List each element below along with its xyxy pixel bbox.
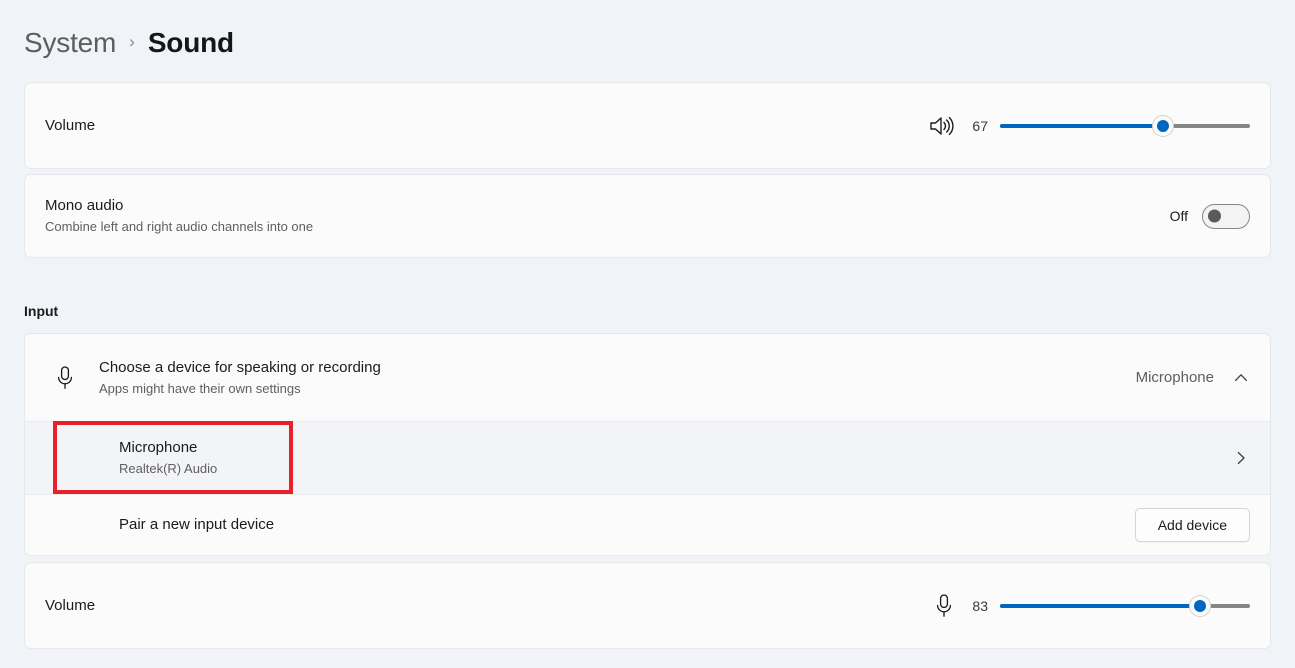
input-volume-label: Volume — [45, 596, 96, 614]
input-device-microphone-text: Microphone Realtek(R) Audio — [45, 438, 217, 478]
input-volume-slider-group: 83 — [934, 593, 1250, 619]
pair-new-input-device-row: Pair a new input device Add device — [25, 495, 1270, 555]
mono-audio-row: Mono audio Combine left and right audio … — [25, 175, 1270, 257]
output-volume-card: Volume 67 — [24, 82, 1271, 169]
output-volume-row: Volume 67 — [25, 83, 1270, 168]
chevron-right-icon[interactable] — [1232, 449, 1250, 467]
toggle-knob — [1208, 209, 1221, 223]
add-device-button[interactable]: Add device — [1134, 508, 1250, 542]
mono-audio-text: Mono audio Combine left and right audio … — [45, 196, 313, 236]
mono-audio-description: Combine left and right audio channels in… — [45, 219, 314, 234]
slider-fill — [1000, 123, 1163, 128]
mono-audio-toggle[interactable] — [1202, 203, 1250, 229]
mono-audio-label: Mono audio — [45, 197, 124, 214]
page-title: Sound — [147, 27, 234, 58]
output-volume-slider[interactable] — [1000, 115, 1250, 136]
input-device-detail: Realtek(R) Audio — [119, 461, 218, 476]
breadcrumb: System › Sound — [24, 20, 234, 66]
chevron-up-icon[interactable] — [1232, 369, 1250, 387]
microphone-icon — [45, 365, 99, 391]
choose-input-device-description: Apps might have their own settings — [99, 380, 301, 396]
choose-input-device-text: Choose a device for speaking or recordin… — [99, 358, 381, 398]
slider-thumb[interactable] — [1152, 115, 1173, 136]
input-volume-value: 83 — [972, 597, 988, 614]
speaker-volume-high-icon — [928, 115, 954, 137]
input-device-microphone-row[interactable]: Microphone Realtek(R) Audio — [25, 421, 1270, 495]
breadcrumb-link-system[interactable]: System — [24, 27, 116, 59]
microphone-icon — [934, 593, 954, 619]
input-volume-card: Volume 83 — [24, 562, 1271, 649]
mono-audio-toggle-state: Off — [1169, 208, 1188, 224]
choose-input-device-label: Choose a device for speaking or recordin… — [99, 358, 381, 376]
selected-input-device-value: Microphone — [1135, 369, 1214, 386]
output-volume-label: Volume — [45, 116, 96, 134]
slider-thumb[interactable] — [1190, 595, 1210, 616]
mono-audio-toggle-group: Off — [1169, 203, 1250, 229]
output-volume-value: 67 — [972, 117, 988, 134]
pair-new-input-device-label: Pair a new input device — [119, 516, 275, 533]
breadcrumb-separator-icon: › — [129, 32, 135, 51]
choose-input-device-row[interactable]: Choose a device for speaking or recordin… — [25, 334, 1270, 421]
slider-fill — [1000, 603, 1200, 608]
mono-audio-card: Mono audio Combine left and right audio … — [24, 174, 1271, 258]
input-device-name: Microphone — [119, 439, 198, 456]
output-volume-slider-group: 67 — [928, 115, 1250, 137]
input-volume-slider[interactable] — [1000, 595, 1250, 616]
input-volume-row: Volume 83 — [25, 563, 1270, 648]
input-section-header: Input — [24, 303, 59, 319]
input-devices-card: Choose a device for speaking or recordin… — [24, 333, 1271, 556]
